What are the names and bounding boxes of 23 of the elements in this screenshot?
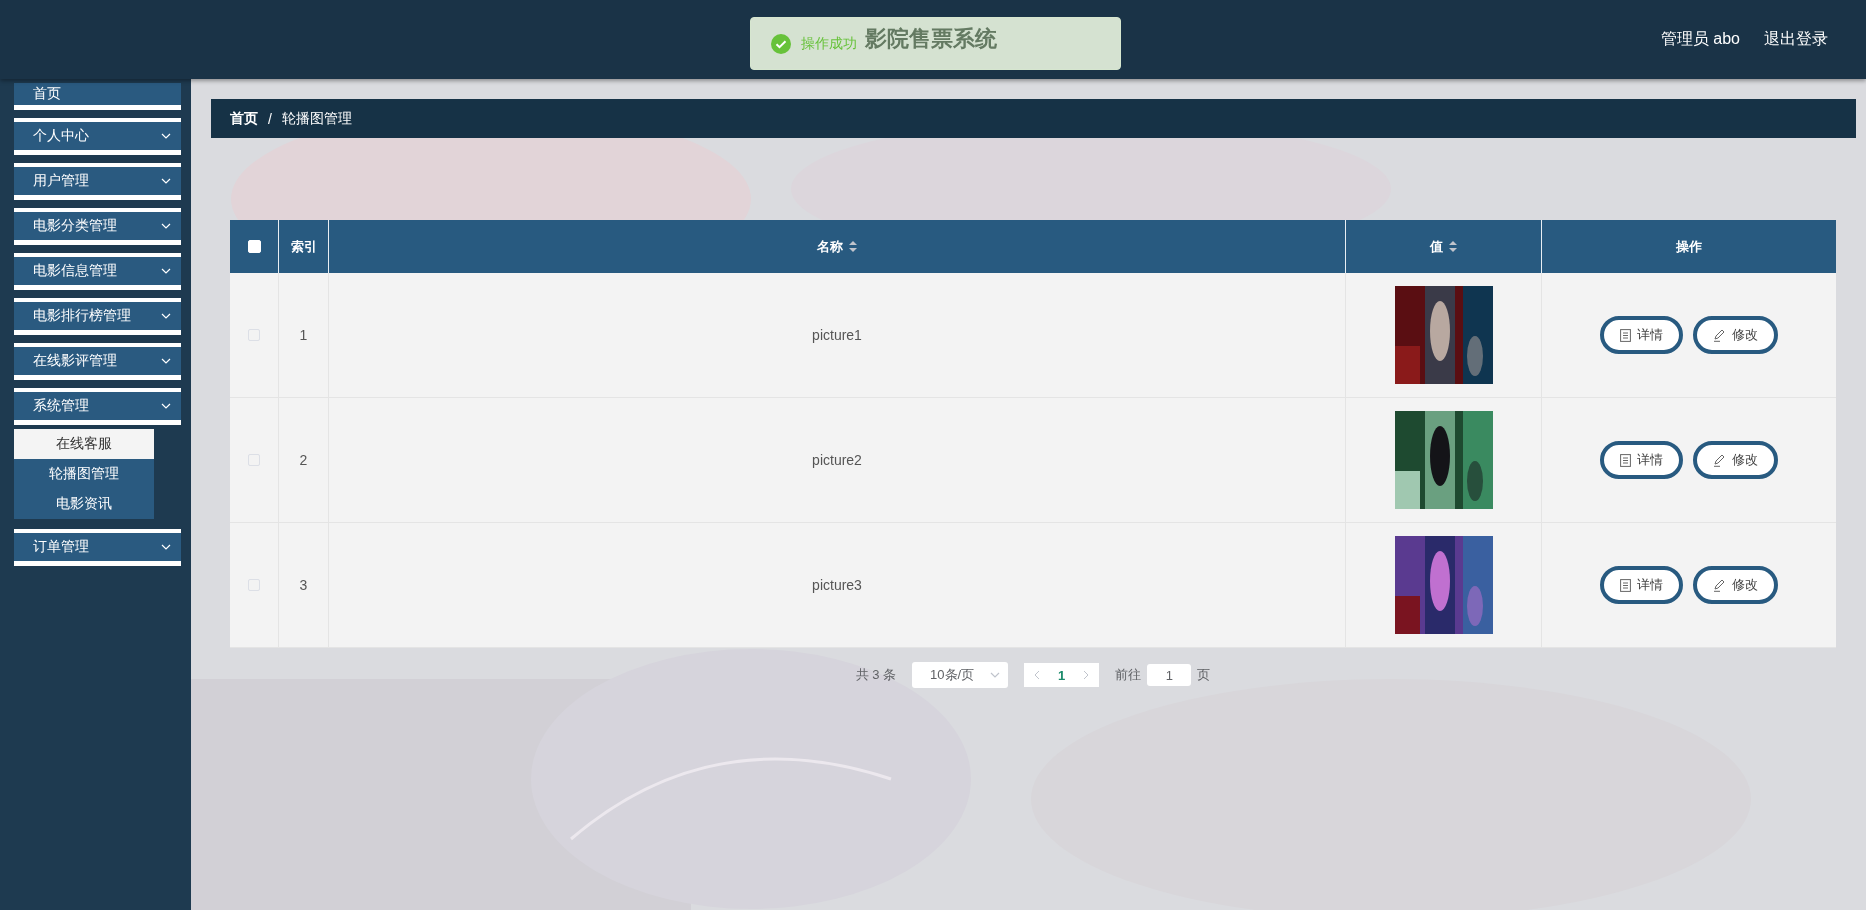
check-circle-icon xyxy=(771,33,791,54)
sidebar-item[interactable]: 电影排行榜管理 xyxy=(14,298,181,335)
sidebar-item[interactable]: 用户管理 xyxy=(14,163,181,200)
chevron-down-icon xyxy=(161,268,171,274)
toast-message: 操作成功 xyxy=(801,34,857,53)
sidebar-item[interactable]: 订单管理 xyxy=(14,529,181,566)
sidebar-item[interactable]: 个人中心 xyxy=(14,118,181,155)
sidebar-item[interactable]: 在线影评管理 xyxy=(14,343,181,380)
chevron-down-icon xyxy=(161,133,171,139)
chevron-down-icon xyxy=(161,403,171,409)
logout-link[interactable]: 退出登录 xyxy=(1764,29,1828,50)
chevron-down-icon xyxy=(161,223,171,229)
user-name: 管理员 abo xyxy=(1660,29,1740,49)
sidebar-item[interactable]: 系统管理 xyxy=(14,388,181,425)
sidebar-item[interactable]: 电影分类管理 xyxy=(14,208,181,245)
chevron-down-icon xyxy=(161,313,171,319)
chevron-down-icon xyxy=(161,358,171,364)
sidebar-item[interactable]: 电影信息管理 xyxy=(14,253,181,290)
sidebar-item[interactable]: 首页 xyxy=(14,83,181,110)
chevron-down-icon xyxy=(161,178,171,184)
submenu-item[interactable]: 在线客服 xyxy=(14,429,154,459)
app-title: 影院售票系统 xyxy=(865,25,997,53)
chevron-down-icon xyxy=(161,544,171,550)
